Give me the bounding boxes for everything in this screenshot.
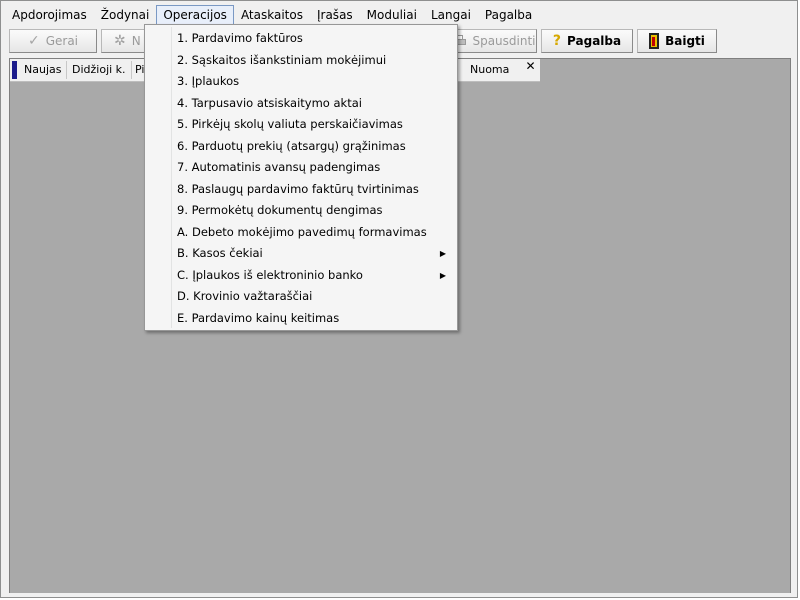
- menu-item-label: 5. Pirkėjų skolų valiuta perskaičiavimas: [177, 117, 403, 131]
- menu-item-tarpusavio-aktai[interactable]: 4. Tarpusavio atsiskaitymo aktai: [147, 93, 455, 114]
- menu-item-label: 2. Sąskaitos išankstiniam mokėjimui: [177, 52, 387, 67]
- menu-langai[interactable]: Langai: [424, 5, 478, 25]
- menu-item-skolu-perskaiciavimas[interactable]: 5. Pirkėjų skolų valiuta perskaičiavimas: [147, 114, 455, 135]
- menu-apdorojimas[interactable]: Apdorojimas: [5, 5, 94, 25]
- help-button-label: Pagalba: [567, 34, 622, 48]
- menu-pagalba[interactable]: Pagalba: [478, 5, 539, 25]
- tab-naujas[interactable]: Naujas: [19, 61, 68, 79]
- menu-item-label: 7. Automatinis avansų padengimas: [177, 160, 381, 174]
- menu-item-label: D. Krovinio važtaraščiai: [177, 289, 313, 303]
- menu-item-iplaukos[interactable]: 3. Įplaukos: [147, 71, 455, 92]
- ok-button-label: Gerai: [45, 34, 79, 48]
- menu-item-label: A. Debeto mokėjimo pavedimų formavimas: [177, 224, 427, 239]
- print-button-label: Spausdinti: [472, 34, 536, 48]
- active-tab-marker: [12, 61, 17, 79]
- menu-item-label: 1. Pardavimo faktūros: [177, 31, 303, 45]
- menu-irasas[interactable]: Įrašas: [310, 5, 360, 25]
- close-icon[interactable]: ✕: [524, 60, 537, 73]
- ok-button[interactable]: ✓ Gerai: [9, 29, 97, 53]
- menu-item-label: 8. Paslaugų pardavimo faktūrų tvirtinima…: [177, 181, 419, 196]
- menu-item-kainu-keitimas[interactable]: E. Pardavimo kainų keitimas: [147, 308, 455, 329]
- menu-item-label: 6. Parduotų prekių (atsargų) grąžinimas: [177, 138, 406, 153]
- help-button[interactable]: ? Pagalba: [541, 29, 633, 53]
- menu-item-label: 3. Įplaukos: [177, 74, 240, 88]
- menu-item-label: B. Kasos čekiai: [177, 246, 263, 260]
- new-star-icon: ✲: [114, 33, 126, 49]
- exit-button-label: Baigti: [665, 34, 705, 48]
- exit-button[interactable]: Baigti: [637, 29, 717, 53]
- tab-didzioji-knyga[interactable]: Didžioji k.: [67, 61, 132, 79]
- menu-item-label: C. Įplaukos iš elektroninio banko: [177, 267, 363, 282]
- operacijos-dropdown-menu: 1. Pardavimo faktūros 2. Sąskaitos išank…: [144, 24, 458, 331]
- menu-moduliai[interactable]: Moduliai: [360, 5, 424, 25]
- menu-item-label: E. Pardavimo kainų keitimas: [177, 310, 340, 325]
- menu-item-pardavimo-fakturos[interactable]: 1. Pardavimo faktūros: [147, 28, 455, 49]
- submenu-arrow-icon: ▶: [439, 270, 446, 280]
- menu-item-elektroninis-bankas[interactable]: C. Įplaukos iš elektroninio banko ▶: [147, 265, 455, 286]
- checkmark-icon: ✓: [27, 33, 40, 49]
- menu-item-kasos-cekiai[interactable]: B. Kasos čekiai ▶: [147, 243, 455, 264]
- menu-item-debeto-pavedimai[interactable]: A. Debeto mokėjimo pavedimų formavimas: [147, 222, 455, 243]
- new-button-label: N: [131, 34, 141, 48]
- menu-item-label: 9. Permokėtų dokumentų dengimas: [177, 203, 383, 217]
- exit-door-icon: [649, 33, 660, 49]
- submenu-arrow-icon: ▶: [439, 249, 446, 258]
- menu-item-fakturu-tvirtinimas[interactable]: 8. Paslaugų pardavimo faktūrų tvirtinima…: [147, 179, 455, 200]
- question-mark-icon: ?: [552, 33, 562, 49]
- window-bottom-edge: [1, 593, 797, 597]
- print-button[interactable]: Spausdinti: [451, 29, 537, 53]
- menu-zodynai[interactable]: Žodynai: [94, 5, 157, 25]
- menu-operacijos[interactable]: Operacijos: [156, 5, 234, 25]
- tab-nuoma[interactable]: Nuoma: [465, 61, 514, 79]
- menu-item-prekiu-grazinimas[interactable]: 6. Parduotų prekių (atsargų) grąžinimas: [147, 136, 455, 157]
- menu-item-label: 4. Tarpusavio atsiskaitymo aktai: [177, 95, 362, 110]
- menu-item-permoketu-dengimas[interactable]: 9. Permokėtų dokumentų dengimas: [147, 200, 455, 221]
- menu-item-kroviniu-vaztarasciai[interactable]: D. Krovinio važtaraščiai: [147, 286, 455, 307]
- menu-item-saskaitos-isankstiniam[interactable]: 2. Sąskaitos išankstiniam mokėjimui: [147, 50, 455, 71]
- menu-ataskaitos[interactable]: Ataskaitos: [234, 5, 310, 25]
- menu-item-avansu-padengimas[interactable]: 7. Automatinis avansų padengimas: [147, 157, 455, 178]
- menu-bar: Apdorojimas Žodynai Operacijos Ataskaito…: [5, 5, 793, 25]
